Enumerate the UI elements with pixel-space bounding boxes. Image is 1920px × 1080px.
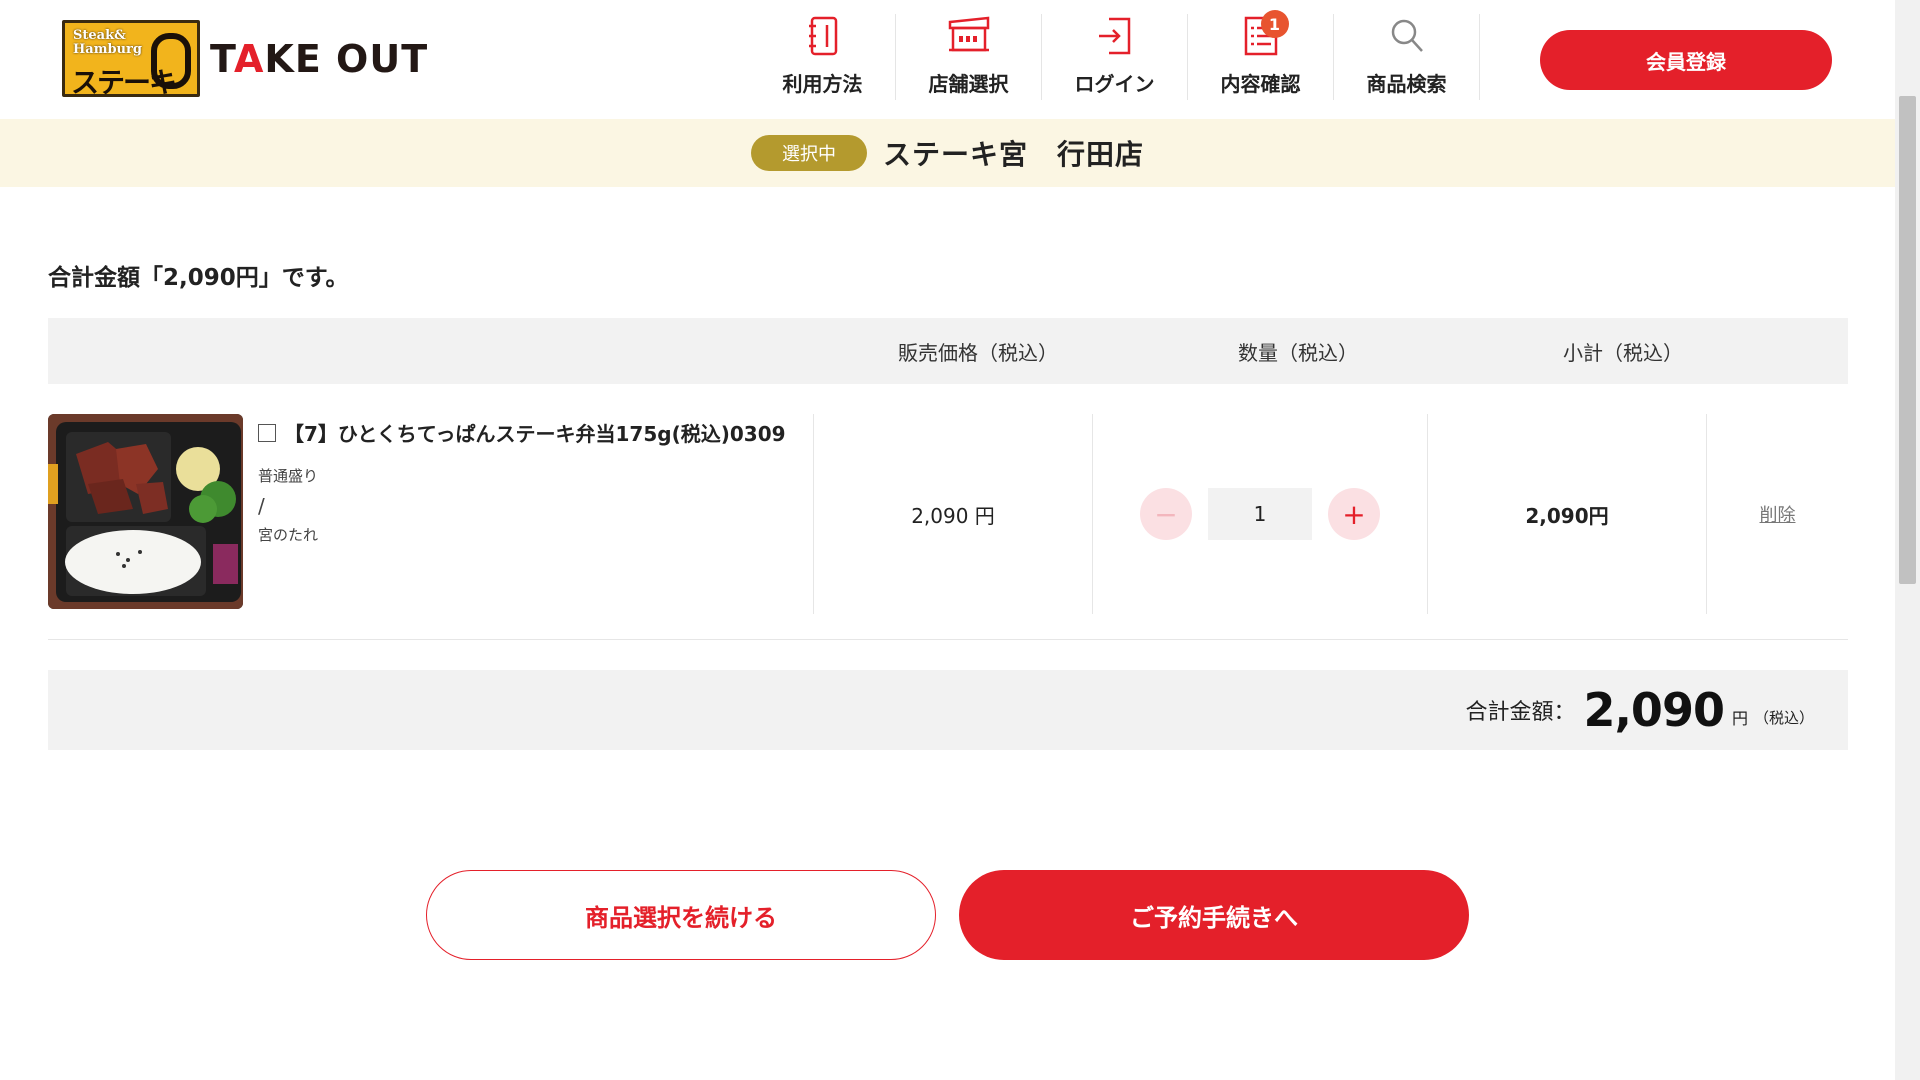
logo-badge: Steak& Hamburg ステーキ xyxy=(62,20,200,99)
page-scrollbar[interactable] xyxy=(1895,0,1920,1080)
nav-item-login[interactable]: ログイン xyxy=(1042,14,1188,100)
takeout-title: TAKE OUT xyxy=(210,36,429,81)
nav-item-cart[interactable]: 1 内容確認 xyxy=(1188,10,1334,100)
nav-label-store: 店舗選択 xyxy=(928,72,1009,96)
nav-item-search[interactable]: 商品検索 xyxy=(1334,14,1480,100)
selected-store-bar: 選択中 ステーキ宮 行田店 xyxy=(0,119,1895,187)
header-quantity: 数量（税込） xyxy=(1238,340,1358,365)
continue-shopping-button[interactable]: 商品選択を続ける xyxy=(426,870,936,960)
logo-line1: Steak& xyxy=(73,28,126,43)
total-label: 合計金額： xyxy=(1465,700,1576,725)
quantity-stepper: − 1 + xyxy=(1093,414,1427,614)
item-subtotal: 2,090円 xyxy=(1525,503,1609,528)
item-option-size: 普通盛り xyxy=(258,467,319,485)
member-register-button[interactable]: 会員登録 xyxy=(1540,30,1832,90)
guide-book-icon xyxy=(801,14,845,58)
cart-item-row: 【7】ひとくちてっぱんステーキ弁当175g(税込)0309 普通盛り / 宮のた… xyxy=(48,414,1848,640)
total-tax-note: （税込） xyxy=(1753,708,1814,727)
nav-label-guide: 利用方法 xyxy=(782,72,863,96)
header-price: 販売価格（税込） xyxy=(898,340,1058,365)
nav-item-guide[interactable]: 利用方法 xyxy=(750,14,896,100)
login-icon xyxy=(1093,14,1137,58)
item-thumbnail[interactable] xyxy=(48,414,243,609)
site-logo[interactable]: Steak& Hamburg ステーキ TAKE OUT xyxy=(62,20,429,99)
total-message: 合計金額「2,090円」です。 xyxy=(48,265,349,291)
store-name: ステーキ宮 行田店 xyxy=(882,138,1144,171)
header-subtotal: 小計（税込） xyxy=(1563,340,1683,365)
cart-total-bar: 合計金額： 2,090 円 （税込） xyxy=(48,670,1848,750)
quantity-input[interactable]: 1 xyxy=(1208,488,1312,540)
item-title: 【7】ひとくちてっぱんステーキ弁当175g(税込)0309 xyxy=(258,418,818,447)
search-icon xyxy=(1385,14,1429,58)
item-title-text: 【7】ひとくちてっぱんステーキ弁当175g(税込)0309 xyxy=(284,422,786,446)
nav-label-login: ログイン xyxy=(1074,72,1155,96)
quantity-increase-button[interactable]: + xyxy=(1328,488,1380,540)
store-icon xyxy=(947,14,991,58)
item-option-sauce: 宮のたれ xyxy=(258,526,319,544)
item-checkbox[interactable] xyxy=(258,423,276,442)
logo-line2: Hamburg xyxy=(73,42,142,57)
main-nav: 利用方法 店舗選択 ログイン 1 内容確認 商品検索 xyxy=(750,10,1480,100)
cart-count-badge: 1 xyxy=(1260,10,1289,38)
cart-table-header: 販売価格（税込） 数量（税込） 小計（税込） xyxy=(48,318,1848,384)
nav-label-search: 商品検索 xyxy=(1366,72,1447,96)
site-header: Steak& Hamburg ステーキ TAKE OUT 利用方法 店舗選択 ログ… xyxy=(0,0,1895,119)
quantity-decrease-button[interactable]: − xyxy=(1140,488,1192,540)
scrollbar-thumb[interactable] xyxy=(1899,96,1916,584)
item-price: 2,090 円 xyxy=(911,503,995,528)
cart-list-icon: 1 xyxy=(1239,10,1289,58)
proceed-reservation-button[interactable]: ご予約手続きへ xyxy=(959,870,1469,960)
selected-pill: 選択中 xyxy=(750,135,867,171)
item-info: 【7】ひとくちてっぱんステーキ弁当175g(税込)0309 普通盛り / 宮のた… xyxy=(258,418,818,545)
total-amount: 2,090 xyxy=(1583,683,1725,737)
logo-miya-mark xyxy=(151,33,191,89)
nav-item-store[interactable]: 店舗選択 xyxy=(896,14,1042,100)
nav-label-cart: 内容確認 xyxy=(1220,72,1301,96)
delete-link[interactable]: 削除 xyxy=(1760,501,1796,527)
total-unit: 円 xyxy=(1731,709,1748,728)
item-option-separator: / xyxy=(258,494,265,518)
